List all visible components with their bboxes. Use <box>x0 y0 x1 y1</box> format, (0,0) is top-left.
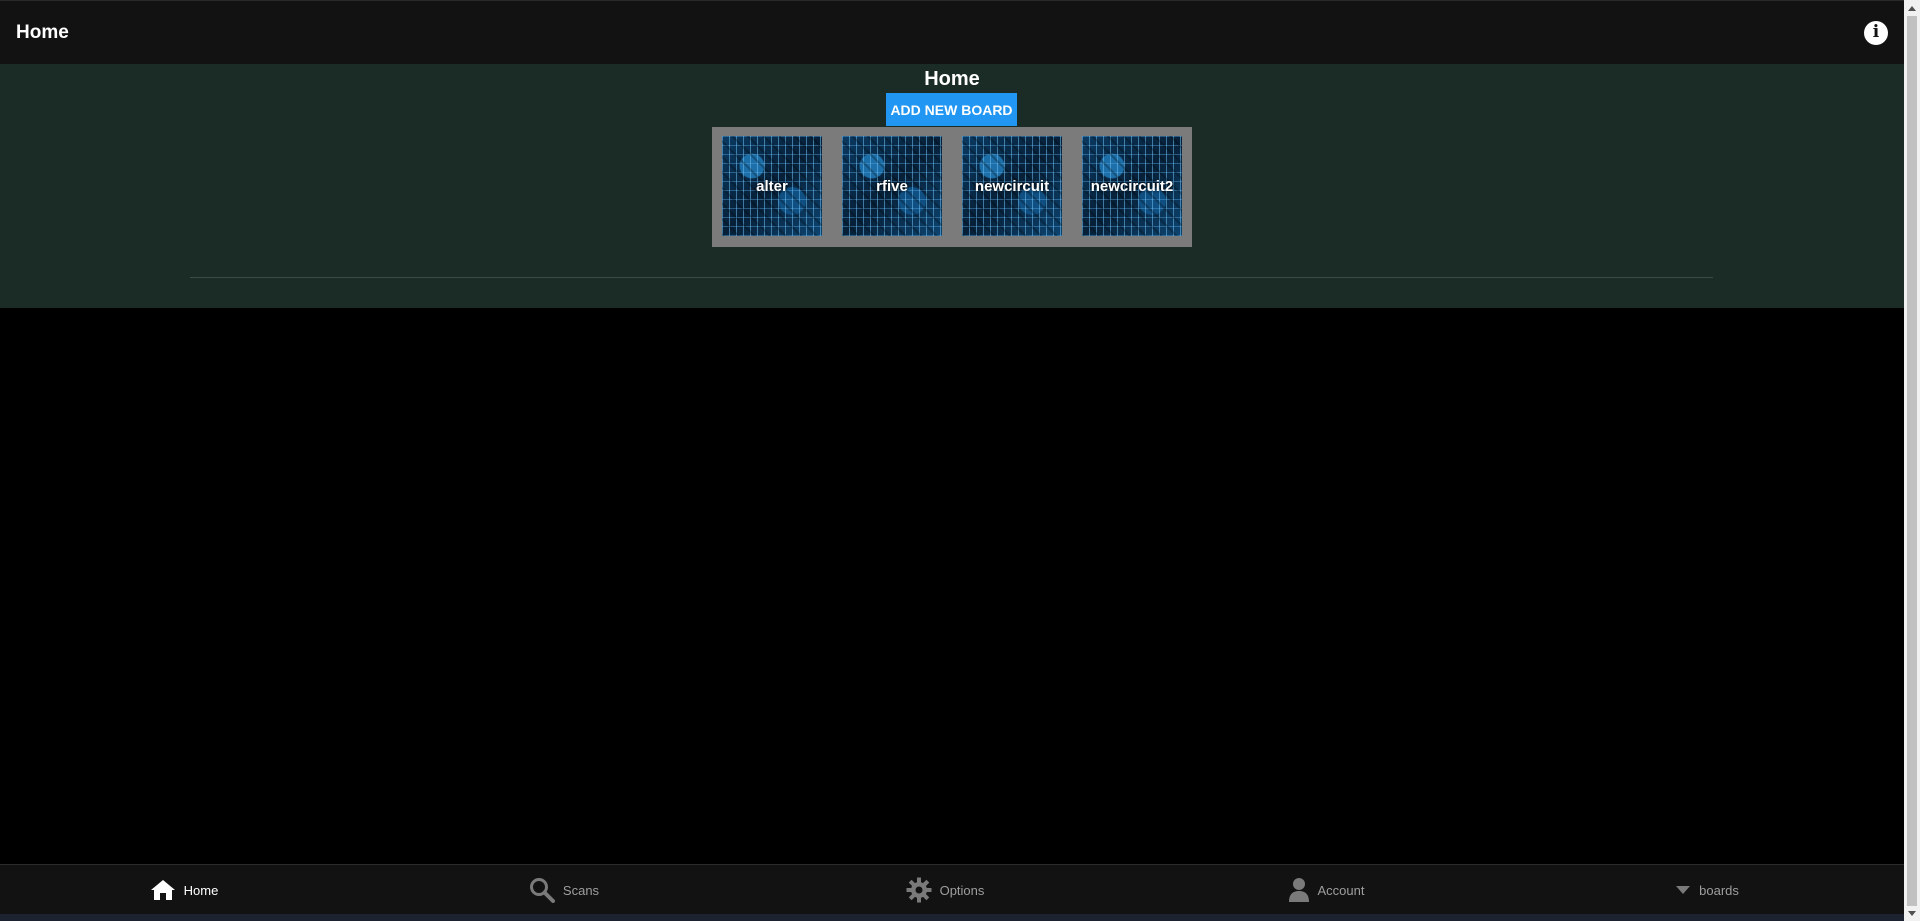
nav-account[interactable]: Account <box>1246 865 1406 915</box>
nav-label: Home <box>183 882 219 898</box>
search-icon <box>529 877 555 903</box>
nav-label: Account <box>1317 882 1365 898</box>
user-icon <box>1288 877 1310 903</box>
scrollbar-thumb[interactable] <box>1907 16 1917 906</box>
nav-options[interactable]: Options <box>865 865 1025 915</box>
board-card-alter[interactable]: alter <box>722 136 822 236</box>
home-icon <box>150 879 176 901</box>
section-divider <box>190 277 1713 278</box>
board-name: alter <box>756 178 788 195</box>
scroll-up-arrow[interactable] <box>1904 0 1920 16</box>
board-name: rfive <box>876 178 908 195</box>
app-root: Home i Home ADD NEW BOARD alter rfive ne… <box>0 0 1920 921</box>
board-card-rfive[interactable]: rfive <box>842 136 942 236</box>
add-new-board-button[interactable]: ADD NEW BOARD <box>886 93 1017 126</box>
board-name: newcircuit <box>974 178 1050 195</box>
bottom-navigation: Home Scans Options Account boards <box>0 864 1904 914</box>
app-bar-title: Home <box>16 21 69 43</box>
board-card-newcircuit2[interactable]: newcircuit2 <box>1082 136 1182 236</box>
board-name: newcircuit2 <box>1090 178 1174 195</box>
nav-boards-dropdown[interactable]: boards <box>1627 865 1787 915</box>
nav-scans[interactable]: Scans <box>484 865 644 915</box>
os-taskbar-edge <box>0 914 1904 921</box>
boards-list: alter rfive newcircuit newcircuit2 <box>712 127 1192 247</box>
top-app-bar: Home i <box>0 0 1904 64</box>
caret-down-icon <box>1675 885 1691 895</box>
nav-label: boards <box>1699 882 1739 898</box>
info-icon[interactable]: i <box>1864 20 1888 45</box>
nav-label: Scans <box>562 882 600 898</box>
home-panel: Home ADD NEW BOARD alter rfive newcircui… <box>0 64 1904 308</box>
page-title: Home <box>924 68 980 90</box>
nav-home[interactable]: Home <box>104 865 264 915</box>
gear-icon <box>906 877 932 903</box>
nav-label: Options <box>939 882 985 898</box>
board-card-newcircuit[interactable]: newcircuit <box>962 136 1062 236</box>
scroll-down-arrow[interactable] <box>1904 905 1920 921</box>
